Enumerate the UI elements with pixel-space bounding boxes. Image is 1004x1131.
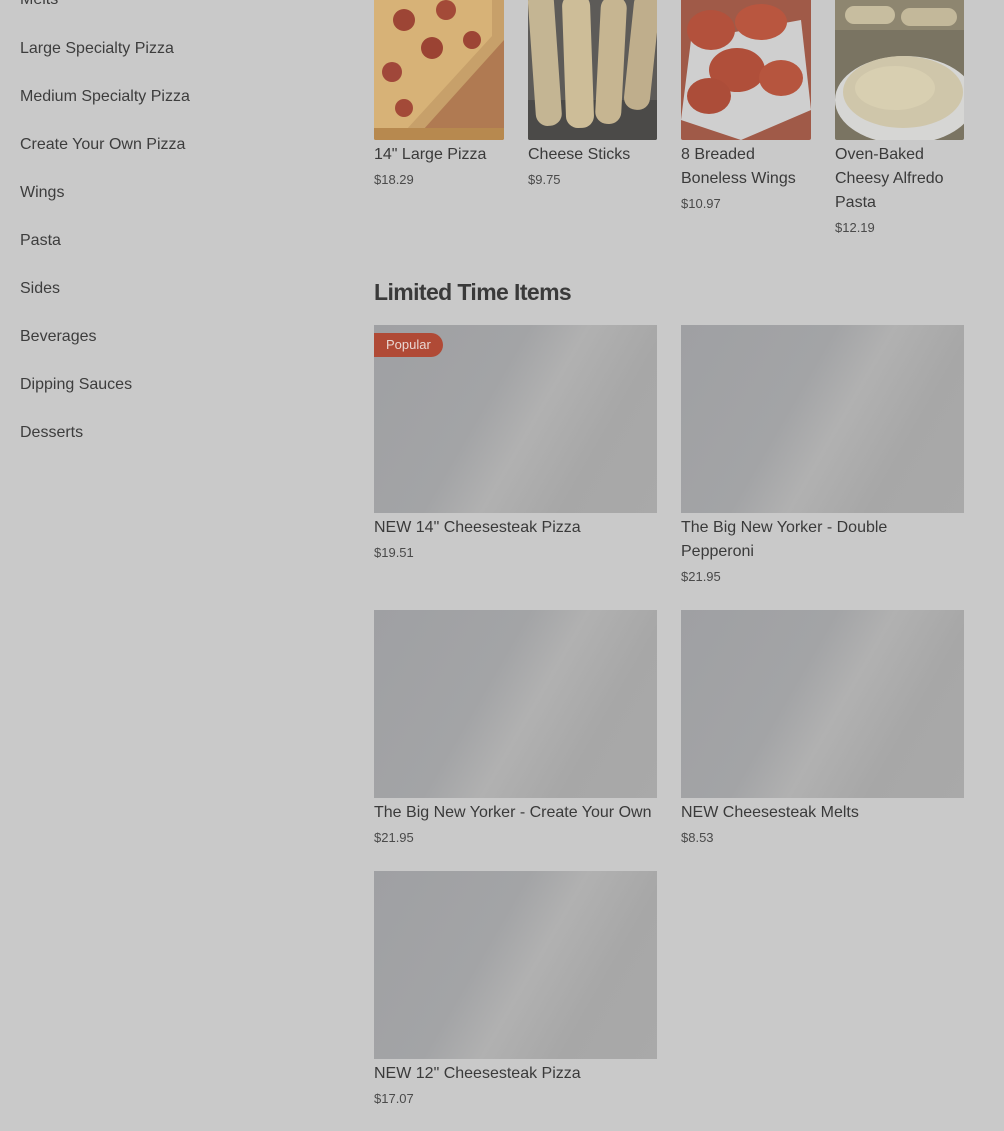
product-price: $10.97	[681, 196, 721, 211]
product-price: $9.75	[528, 172, 561, 187]
product-price: $8.53	[681, 830, 714, 845]
sidebar-item-large-specialty-pizza[interactable]: Large Specialty Pizza	[20, 40, 174, 58]
product-price: $19.51	[374, 545, 414, 560]
sidebar-item-beverages[interactable]: Beverages	[20, 328, 97, 346]
product-price: $12.19	[835, 220, 875, 235]
popular-badge: Popular	[374, 333, 443, 357]
product-name[interactable]: NEW 14" Cheesesteak Pizza	[374, 516, 657, 540]
sidebar-item-desserts[interactable]: Desserts	[20, 424, 83, 442]
product-price: $21.95	[681, 569, 721, 584]
product-name[interactable]: The Big New Yorker - Create Your Own	[374, 801, 664, 825]
section-title-limited-time-items: Limited Time Items	[374, 279, 572, 305]
sidebar-item-create-your-own-pizza[interactable]: Create Your Own Pizza	[20, 136, 185, 154]
product-price: $18.29	[374, 172, 414, 187]
sidebar-item-melts[interactable]: Melts	[20, 0, 58, 9]
sidebar-item-medium-specialty-pizza[interactable]: Medium Specialty Pizza	[20, 88, 190, 106]
product-price: $21.95	[374, 830, 414, 845]
product-image-placeholder[interactable]	[374, 871, 657, 1059]
cheese-sticks-image[interactable]	[528, 0, 657, 140]
product-name[interactable]: 8 Breaded Boneless Wings	[681, 143, 821, 191]
sidebar-item-dipping-sauces[interactable]: Dipping Sauces	[20, 376, 132, 394]
product-image-placeholder[interactable]	[681, 610, 964, 798]
sidebar-item-sides[interactable]: Sides	[20, 280, 60, 298]
sidebar-item-pasta[interactable]: Pasta	[20, 232, 61, 250]
alfredo-pasta-image[interactable]	[835, 0, 964, 140]
product-name[interactable]: Oven-Baked Cheesy Alfredo Pasta	[835, 143, 964, 215]
sidebar-item-wings[interactable]: Wings	[20, 184, 64, 202]
product-image-placeholder[interactable]	[374, 610, 657, 798]
product-name[interactable]: NEW Cheesesteak Melts	[681, 801, 964, 825]
product-price: $17.07	[374, 1091, 414, 1106]
product-name[interactable]: 14" Large Pizza	[374, 143, 514, 167]
pizza-image[interactable]	[374, 0, 504, 140]
product-name[interactable]: NEW 12" Cheesesteak Pizza	[374, 1062, 657, 1086]
product-name[interactable]: Cheese Sticks	[528, 143, 668, 167]
product-name[interactable]: The Big New Yorker - Double Pepperoni	[681, 516, 964, 564]
product-image-placeholder[interactable]	[681, 325, 964, 513]
boneless-wings-image[interactable]	[681, 0, 811, 140]
